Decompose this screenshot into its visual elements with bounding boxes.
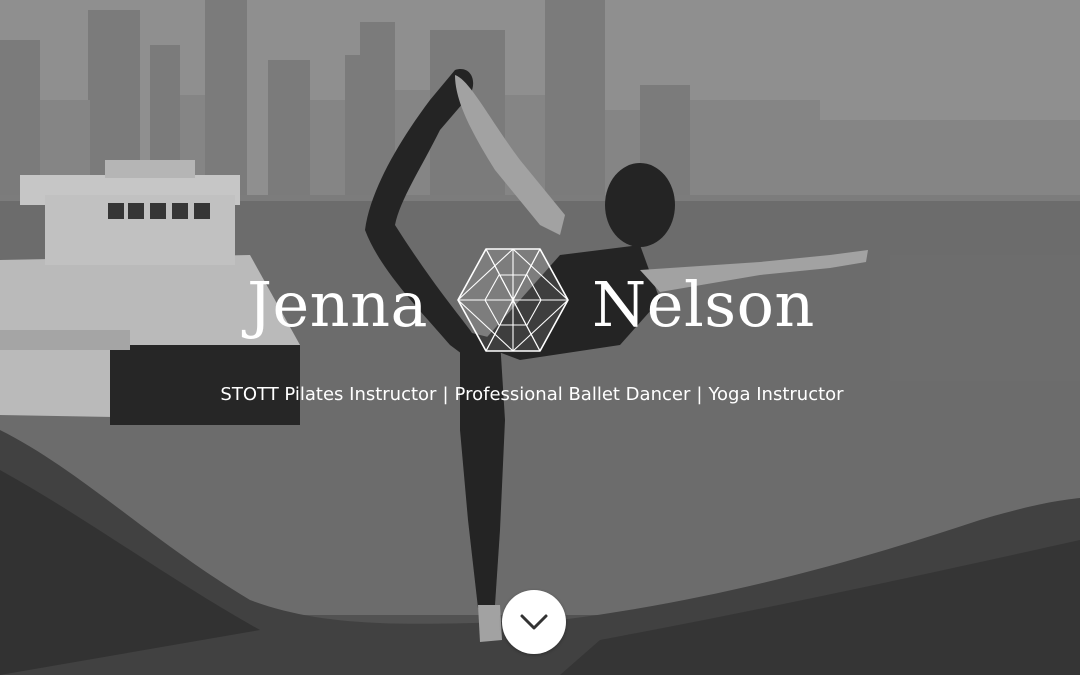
subtitle-role-1: STOTT Pilates Instructor xyxy=(220,384,437,405)
subtitle-separator-2: | xyxy=(696,384,703,405)
subtitle-role-3: Yoga Instructor xyxy=(708,384,844,405)
title-last-name: Nelson xyxy=(592,268,815,341)
subtitle-separator-1: | xyxy=(442,384,449,405)
site-title: Jenna Nelson xyxy=(0,245,1080,355)
chevron-down-icon xyxy=(520,614,548,630)
hero-subtitle: STOTT Pilates Instructor | Professional Ba… xyxy=(0,382,1064,408)
geometric-hexagon-logo-icon xyxy=(457,248,569,352)
title-first-name: Jenna xyxy=(247,268,428,341)
subtitle-role-2: Professional Ballet Dancer xyxy=(454,384,691,405)
scroll-down-button[interactable] xyxy=(502,590,566,654)
hero-section: Jenna Nelson STOTT Pilates Instructor | … xyxy=(0,0,1080,675)
